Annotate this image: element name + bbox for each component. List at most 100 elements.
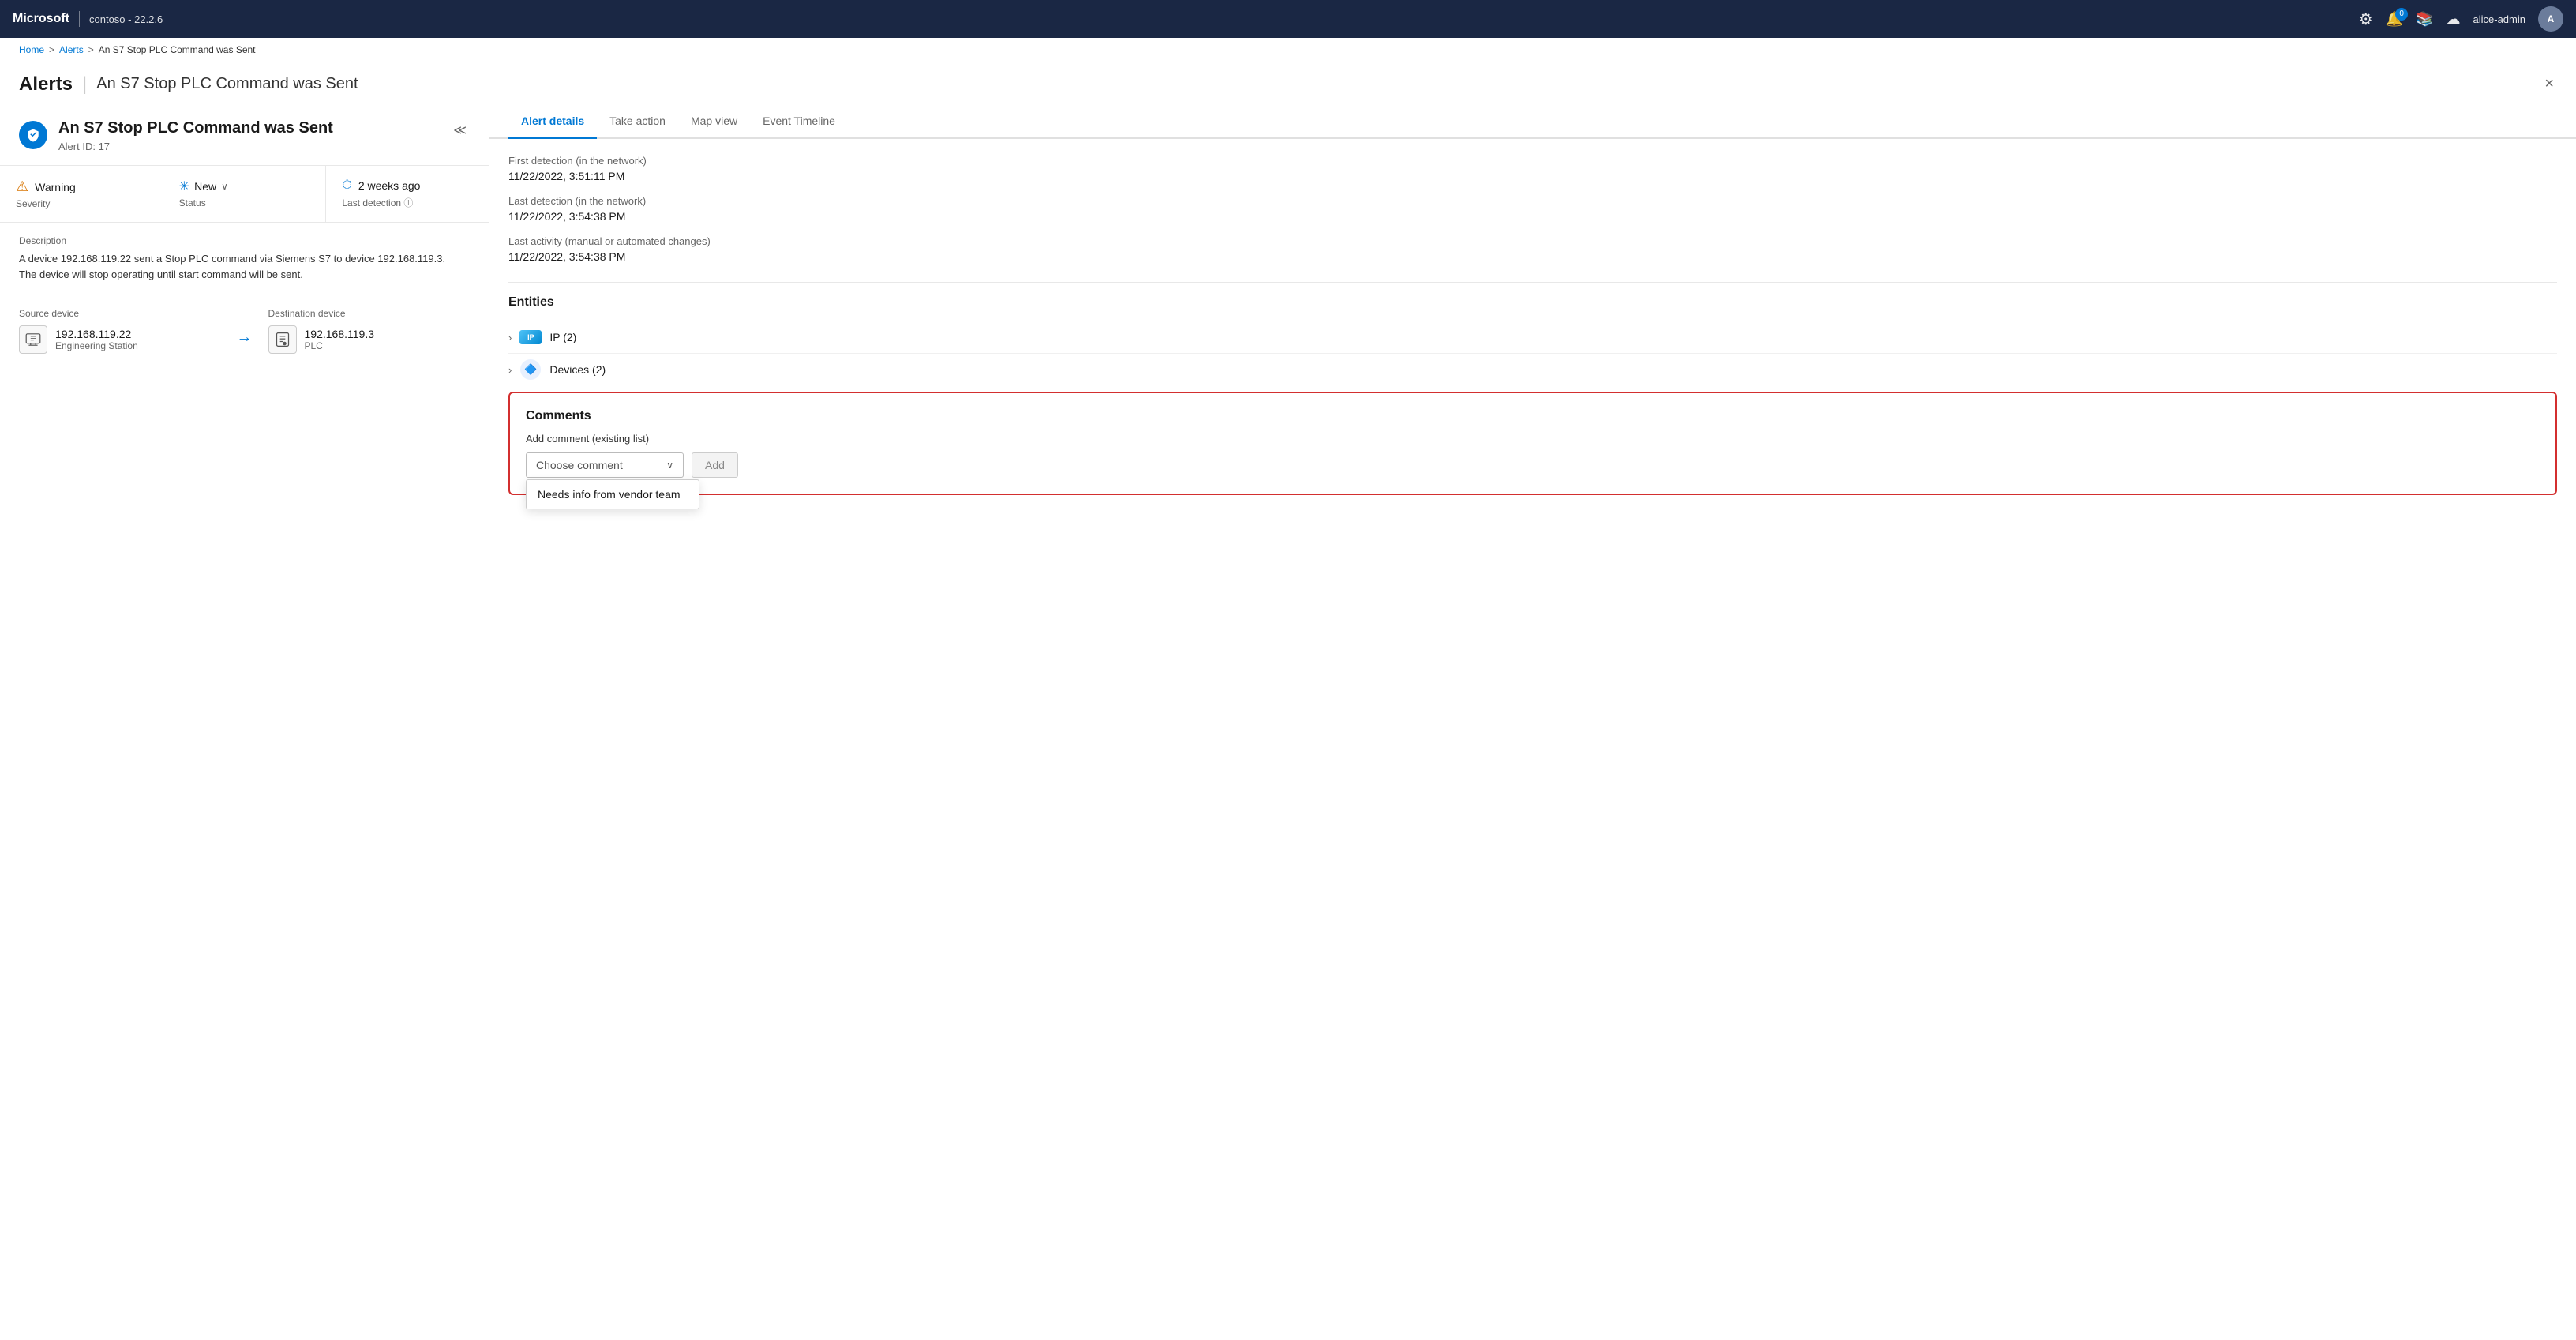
settings-icon[interactable]: ⚙	[2359, 9, 2373, 29]
navbar-right: ⚙ 🔔 0 📚 ☁ alice-admin A	[2359, 6, 2563, 32]
description-section: Description A device 192.168.119.22 sent…	[0, 223, 489, 295]
first-detection-value: 11/22/2022, 3:51:11 PM	[508, 170, 2557, 182]
alert-shield-icon	[19, 121, 47, 149]
breadcrumb-alerts[interactable]: Alerts	[59, 44, 84, 55]
severity-cell: ⚠ Warning Severity	[0, 166, 163, 222]
severity-text: Warning	[35, 181, 76, 193]
alert-header: An S7 Stop PLC Command was Sent Alert ID…	[0, 103, 489, 166]
first-detection-label: First detection (in the network)	[508, 155, 2557, 167]
alert-header-left: An S7 Stop PLC Command was Sent Alert ID…	[19, 119, 333, 152]
arrow-connector: →	[221, 328, 268, 347]
comment-dropdown-placeholder: Choose comment	[536, 459, 623, 471]
app-version: contoso - 22.2.6	[89, 13, 163, 25]
destination-device-label: Destination device	[268, 308, 471, 319]
last-detection-cell: ⏱ 2 weeks ago Last detection ⓘ	[326, 166, 489, 222]
info-icon: ⓘ	[403, 197, 413, 208]
entity-devices-row[interactable]: › 🔷 Devices (2)	[508, 353, 2557, 385]
clock-icon: ⏱	[342, 178, 351, 193]
status-cell: ✳ New ∨ Status	[163, 166, 327, 222]
title-divider: |	[82, 73, 87, 96]
source-device-icon	[19, 325, 47, 354]
ip-icon: IP	[519, 329, 542, 345]
navbar: Microsoft contoso - 22.2.6 ⚙ 🔔 0 📚 ☁ ali…	[0, 0, 2576, 38]
library-icon[interactable]: 📚	[2416, 11, 2433, 28]
last-activity-item: Last activity (manual or automated chang…	[508, 235, 2557, 263]
username-label: alice-admin	[2473, 13, 2525, 25]
destination-device-details: 192.168.119.3 PLC	[305, 328, 375, 351]
breadcrumb: Home > Alerts > An S7 Stop PLC Command w…	[0, 38, 2576, 62]
last-detection-label: Last detection ⓘ	[342, 196, 473, 209]
dropdown-option-needs-info[interactable]: Needs info from vendor team	[527, 480, 699, 509]
tab-take-action[interactable]: Take action	[597, 103, 678, 139]
status-row: ⚠ Warning Severity ✳ New ∨ Status ⏱ 2 we…	[0, 166, 489, 223]
spinner-icon: ✳	[179, 178, 189, 194]
navbar-divider	[79, 11, 80, 27]
last-detection-network-value: 11/22/2022, 3:54:38 PM	[508, 210, 2557, 223]
last-detection-item: Last detection (in the network) 11/22/20…	[508, 195, 2557, 223]
source-device-group: Source device	[19, 308, 221, 354]
devices-section: Source device	[0, 295, 489, 373]
close-button[interactable]: ×	[2541, 72, 2557, 96]
status-chevron-icon[interactable]: ∨	[221, 181, 228, 192]
add-comment-button[interactable]: Add	[692, 452, 738, 478]
notification-badge: 0	[2395, 8, 2408, 21]
status-value: ✳ New ∨	[179, 178, 310, 194]
entities-section: Entities › IP IP (2) › 🔷 Devices (2)	[508, 295, 2557, 385]
section-divider	[508, 282, 2557, 283]
tab-map-view[interactable]: Map view	[678, 103, 750, 139]
comment-dropdown[interactable]: Choose comment ∨	[526, 452, 684, 478]
source-ip: 192.168.119.22	[55, 328, 138, 340]
page-title-sub: An S7 Stop PLC Command was Sent	[96, 75, 358, 93]
destination-device-icon	[268, 325, 297, 354]
ip-chevron-icon: ›	[508, 332, 512, 343]
breadcrumb-current: An S7 Stop PLC Command was Sent	[99, 44, 256, 55]
last-detection-value: ⏱ 2 weeks ago	[342, 178, 473, 193]
brand-name: Microsoft	[13, 12, 69, 26]
user-avatar[interactable]: A	[2538, 6, 2563, 32]
destination-ip: 192.168.119.3	[305, 328, 375, 340]
breadcrumb-sep2: >	[88, 44, 94, 55]
devices-row: Source device	[19, 308, 470, 354]
source-device-details: 192.168.119.22 Engineering Station	[55, 328, 138, 351]
tab-alert-details[interactable]: Alert details	[508, 103, 597, 139]
main-content: An S7 Stop PLC Command was Sent Alert ID…	[0, 103, 2576, 1330]
tab-event-timeline[interactable]: Event Timeline	[750, 103, 848, 139]
page-title-main: Alerts	[19, 73, 73, 96]
last-detection-text: 2 weeks ago	[358, 179, 421, 192]
notifications-icon[interactable]: 🔔 0	[2386, 11, 2403, 28]
detection-group: First detection (in the network) 11/22/2…	[508, 155, 2557, 263]
breadcrumb-sep1: >	[49, 44, 54, 55]
destination-device-info: 192.168.119.3 PLC	[268, 325, 471, 354]
status-label: Status	[179, 197, 310, 208]
devices-entity-label: Devices (2)	[549, 363, 606, 376]
comment-dropdown-popup: Needs info from vendor team	[526, 479, 699, 509]
devices-icon: 🔷	[519, 362, 542, 377]
severity-label: Severity	[16, 198, 147, 209]
source-device-label: Source device	[19, 308, 221, 319]
entities-title: Entities	[508, 295, 2557, 310]
destination-name: PLC	[305, 340, 375, 351]
source-device-info: 192.168.119.22 Engineering Station	[19, 325, 221, 354]
destination-device-group: Destination device 19	[268, 308, 471, 354]
alert-id: Alert ID: 17	[58, 141, 333, 152]
comments-title: Comments	[526, 409, 2540, 423]
cloud-icon[interactable]: ☁	[2447, 11, 2461, 28]
comments-section: Comments Add comment (existing list) Cho…	[508, 392, 2557, 495]
last-detection-network-label: Last detection (in the network)	[508, 195, 2557, 207]
collapse-button[interactable]: ≪	[450, 119, 470, 141]
comment-input-row: Choose comment ∨ Add Needs info from ven…	[526, 452, 2540, 478]
page-title-area: Alerts | An S7 Stop PLC Command was Sent	[19, 73, 358, 96]
last-activity-value: 11/22/2022, 3:54:38 PM	[508, 250, 2557, 263]
breadcrumb-home[interactable]: Home	[19, 44, 44, 55]
entity-ip-row[interactable]: › IP IP (2)	[508, 321, 2557, 353]
right-panel: Alert details Take action Map view Event…	[489, 103, 2576, 1330]
source-name: Engineering Station	[55, 340, 138, 351]
warning-icon: ⚠	[16, 178, 28, 195]
navbar-left: Microsoft contoso - 22.2.6	[13, 11, 163, 27]
tab-content: First detection (in the network) 11/22/2…	[489, 139, 2576, 1330]
description-label: Description	[19, 235, 470, 246]
last-activity-label: Last activity (manual or automated chang…	[508, 235, 2557, 247]
alert-title-group: An S7 Stop PLC Command was Sent Alert ID…	[58, 119, 333, 152]
dropdown-chevron-icon: ∨	[666, 460, 673, 471]
comments-sublabel: Add comment (existing list)	[526, 433, 2540, 445]
